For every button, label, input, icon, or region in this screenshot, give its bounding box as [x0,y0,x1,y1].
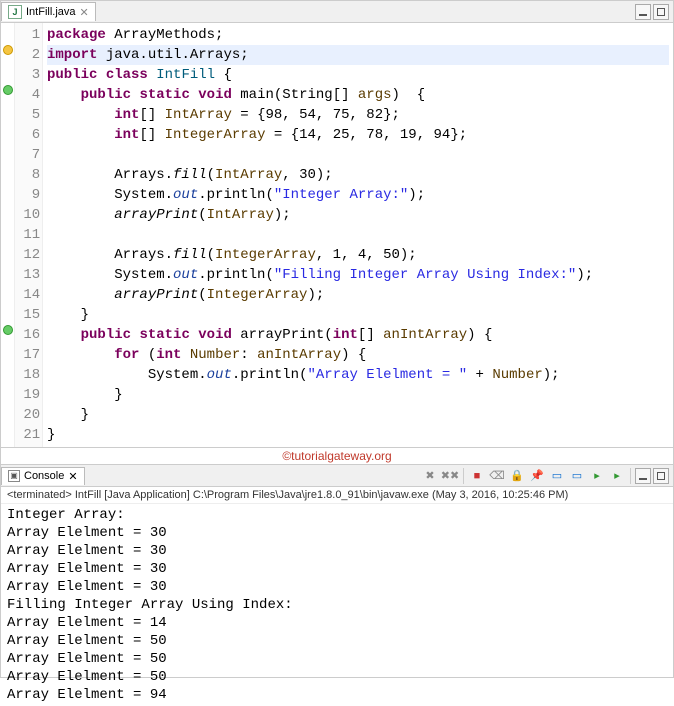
show-when-out-icon[interactable]: ▸ [588,467,606,485]
code-area[interactable]: 1 2 3 4 5 6 7 8 9 10 11 12 13 14 15 16 1… [1,23,673,447]
editor-tab-bar: J IntFill.java ✕ [1,1,673,23]
terminate-icon[interactable]: ■ [468,467,486,485]
line-1: package ArrayMethods; [47,27,223,43]
line-13: System.out.println("Filling Integer Arra… [47,267,593,283]
separator [630,468,631,484]
console-output[interactable]: Integer Array: Array Elelment = 30 Array… [1,504,673,706]
editor-window-controls [635,4,673,20]
line-15: } [47,307,89,323]
clear-icon[interactable]: ⌫ [488,467,506,485]
console-pane: ▣ Console ✕ ✖ ✖✖ ■ ⌫ 🔒 📌 ▭ ▭ ▸ ▸ <termin… [1,465,673,706]
pin-icon[interactable]: 📌 [528,467,546,485]
remove-terminated-icon[interactable]: ✖ [421,467,439,485]
line-18: System.out.println("Array Elelment = " +… [47,367,560,383]
line-17: for (int Number: anIntArray) { [47,347,366,363]
line-9: System.out.println("Integer Array:"); [47,187,425,203]
run-marker [3,85,13,95]
line-16: public static void arrayPrint(int[] anIn… [47,327,492,343]
scroll-lock-icon[interactable]: 🔒 [508,467,526,485]
line-gutter: 1 2 3 4 5 6 7 8 9 10 11 12 13 14 15 16 1… [15,23,43,447]
line-11 [47,227,55,243]
watermark-text: ©tutorialgateway.org [1,447,673,465]
override-marker [3,325,13,335]
marker-strip [1,23,15,447]
line-8: Arrays.fill(IntArray, 30); [47,167,333,183]
java-file-icon: J [8,5,22,19]
line-20: } [47,407,89,423]
show-when-err-icon[interactable]: ▸ [608,467,626,485]
console-tab-label: Console [24,470,64,482]
maximize-button[interactable] [653,468,669,484]
code-content[interactable]: package ArrayMethods; import java.util.A… [43,23,673,447]
line-14: arrayPrint(IntegerArray); [47,287,324,303]
console-icon: ▣ [8,470,20,482]
separator [463,468,464,484]
line-7 [47,147,55,163]
remove-all-icon[interactable]: ✖✖ [441,467,459,485]
editor-pane: J IntFill.java ✕ 1 2 3 4 5 6 7 8 9 10 11… [1,1,673,447]
line-10: arrayPrint(IntArray); [47,207,291,223]
line-6: int[] IntegerArray = {14, 25, 78, 19, 94… [47,127,467,143]
line-3: public class IntFill { [47,67,232,83]
minimize-button[interactable] [635,4,651,20]
warning-marker [3,45,13,55]
console-tab-bar: ▣ Console ✕ ✖ ✖✖ ■ ⌫ 🔒 📌 ▭ ▭ ▸ ▸ [1,465,673,487]
editor-tab-label: IntFill.java [26,6,76,18]
display-selected-icon[interactable]: ▭ [548,467,566,485]
minimize-button[interactable] [635,468,651,484]
close-icon[interactable]: ✕ [80,6,89,19]
line-5: int[] IntArray = {98, 54, 75, 82}; [47,107,400,123]
open-console-icon[interactable]: ▭ [568,467,586,485]
console-tab[interactable]: ▣ Console ✕ [1,467,85,485]
line-4: public static void main(String[] args) { [47,87,425,103]
console-status: <terminated> IntFill [Java Application] … [1,487,673,504]
line-12: Arrays.fill(IntegerArray, 1, 4, 50); [47,247,417,263]
console-toolbar: ✖ ✖✖ ■ ⌫ 🔒 📌 ▭ ▭ ▸ ▸ [421,467,673,485]
close-icon[interactable]: ✕ [68,470,77,483]
editor-tab-intfill[interactable]: J IntFill.java ✕ [1,2,96,21]
line-21: } [47,427,55,443]
maximize-button[interactable] [653,4,669,20]
line-19: } [47,387,123,403]
line-2: import java.util.Arrays; [47,45,669,65]
